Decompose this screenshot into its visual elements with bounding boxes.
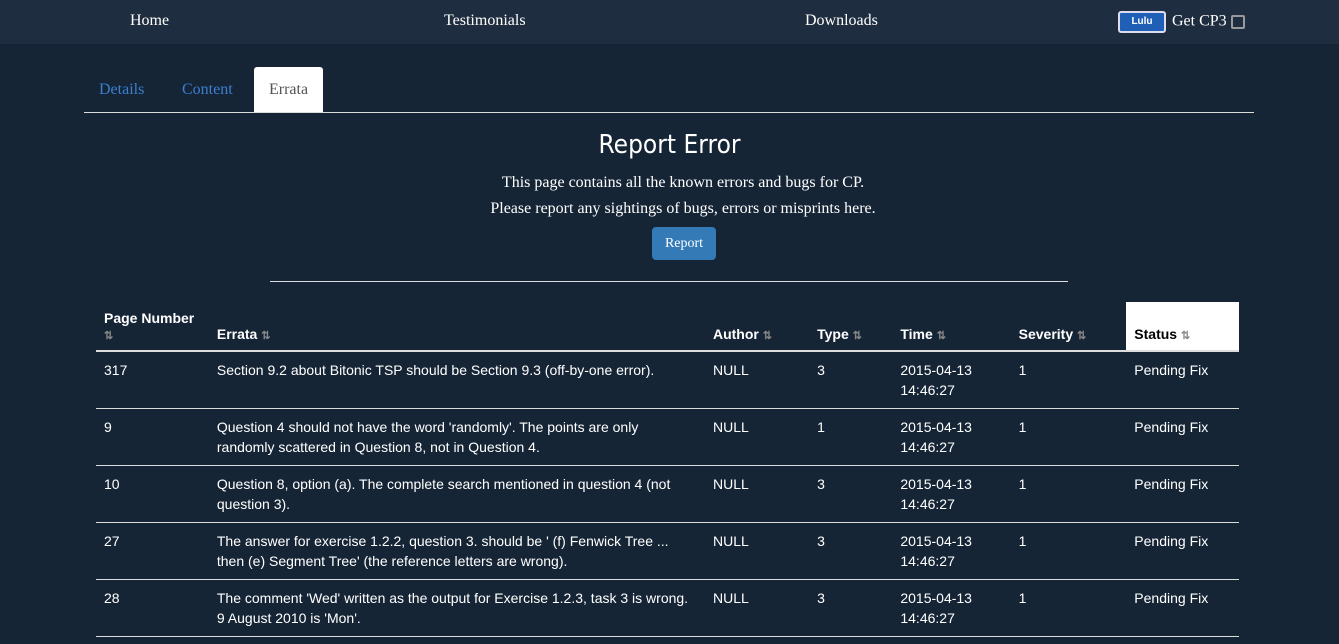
header-label: Status (1134, 326, 1178, 342)
table-row: 27 The answer for exercise 1.2.2, questio… (96, 522, 1239, 580)
cell-time: 2015-04-13 14:46:27 (892, 579, 1011, 637)
cell-page-number: 317 (96, 351, 209, 409)
cell-type: 1 (809, 408, 893, 466)
column-header-severity[interactable]: Severity ⇅ (1010, 302, 1127, 352)
cell-severity: 1 (1010, 408, 1127, 466)
cell-author: NULL (704, 408, 810, 466)
cell-type: 3 (809, 465, 893, 523)
table-row: 317 Section 9.2 about Bitonic TSP should … (96, 351, 1239, 409)
table-row: 28 The comment 'Wed' written as the outpu… (96, 579, 1239, 637)
nav-testimonials[interactable]: Testimonials (444, 12, 526, 30)
cell-status: Pending Fix (1126, 465, 1239, 523)
cell-page-number: 27 (96, 522, 209, 580)
cell-time: 2015-04-13 14:46:27 (892, 522, 1011, 580)
report-button[interactable]: Report (652, 227, 716, 260)
sort-icon[interactable]: ⇅ (937, 330, 946, 342)
nav-home[interactable]: Home (130, 12, 169, 30)
cell-page-number: 9 (96, 408, 209, 466)
nav-downloads[interactable]: Downloads (805, 12, 878, 30)
column-header-type[interactable]: Type ⇅ (809, 302, 893, 352)
header-label: Page Number (104, 310, 195, 326)
cell-page-number: 28 (96, 579, 209, 637)
cell-severity: 1 (1010, 351, 1127, 409)
sort-icon[interactable]: ⇅ (1077, 330, 1086, 342)
cell-time: 2015-04-13 14:46:27 (892, 351, 1011, 409)
cell-status: Pending Fix (1126, 351, 1239, 409)
column-header-author[interactable]: Author ⇅ (704, 302, 810, 352)
cell-page-number: 10 (96, 465, 209, 523)
cell-type: 3 (809, 351, 893, 409)
header-label: Time (900, 326, 933, 342)
cell-author: NULL (704, 351, 810, 409)
cell-errata: Question 8, option (a). The complete sea… (208, 465, 705, 523)
cell-errata: The comment 'Wed' written as the output … (208, 579, 705, 637)
description: This page contains all the known errors … (0, 170, 1339, 222)
cell-status: Pending Fix (1126, 579, 1239, 637)
sort-icon[interactable]: ⇅ (853, 330, 862, 342)
cell-errata: The answer for exercise 1.2.2, question … (208, 522, 705, 580)
cell-errata: Section 9.2 about Bitonic TSP should be … (208, 351, 705, 409)
cell-severity: 1 (1010, 579, 1127, 637)
sort-icon[interactable]: ⇅ (1181, 330, 1190, 342)
cell-severity: 1 (1010, 465, 1127, 523)
nav-get-cp3[interactable]: Lulu Get CP3 (1118, 11, 1245, 33)
external-link-icon (1230, 15, 1245, 29)
cell-time: 2015-04-13 14:46:27 (892, 408, 1011, 466)
column-header-time[interactable]: Time ⇅ (892, 302, 1011, 352)
tabs: Details Content Errata (84, 67, 1254, 113)
table-row: 10 Question 8, option (a). The complete s… (96, 465, 1239, 523)
cell-status: Pending Fix (1126, 522, 1239, 580)
tab-content[interactable]: Content (167, 67, 248, 112)
desc-line: This page contains all the known errors … (501, 174, 865, 191)
column-header-errata[interactable]: Errata ⇅ (208, 302, 705, 352)
get-cp3-label: Get CP3 (1172, 12, 1227, 30)
tab-errata[interactable]: Errata (254, 67, 324, 112)
sort-icon[interactable]: ⇅ (763, 330, 772, 342)
sort-icon[interactable]: ⇅ (261, 330, 270, 342)
cell-type: 3 (809, 522, 893, 580)
cell-status: Pending Fix (1126, 408, 1239, 466)
desc-line: Please report any sightings of bugs, err… (490, 200, 876, 217)
cell-author: NULL (704, 579, 810, 637)
column-header-status[interactable]: Status ⇅ (1126, 302, 1239, 352)
top-nav: Home Testimonials Downloads Lulu Get CP3 (0, 0, 1339, 44)
errata-table: Page Number ⇅ Errata ⇅ Author ⇅ Type ⇅ Time ⇅… (96, 302, 1239, 637)
table-row: 9 Question 4 should not have the word 'ra… (96, 408, 1239, 466)
header-label: Errata (216, 326, 258, 342)
header-label: Author (712, 326, 759, 342)
header-label: Severity (1018, 326, 1074, 342)
cell-type: 3 (809, 579, 893, 637)
header-label: Type (817, 326, 849, 342)
sort-icon[interactable]: ⇅ (104, 330, 113, 342)
cell-author: NULL (704, 465, 810, 523)
lulu-logo: Lulu (1118, 11, 1166, 33)
page-title: Report Error (598, 130, 741, 160)
column-header-page-number[interactable]: Page Number ⇅ (96, 302, 209, 352)
cell-time: 2015-04-13 14:46:27 (892, 465, 1011, 523)
cell-severity: 1 (1010, 522, 1127, 580)
tab-details[interactable]: Details (84, 67, 159, 112)
cell-errata: Question 4 should not have the word 'ran… (208, 408, 705, 466)
divider (270, 281, 1068, 282)
cell-author: NULL (704, 522, 810, 580)
